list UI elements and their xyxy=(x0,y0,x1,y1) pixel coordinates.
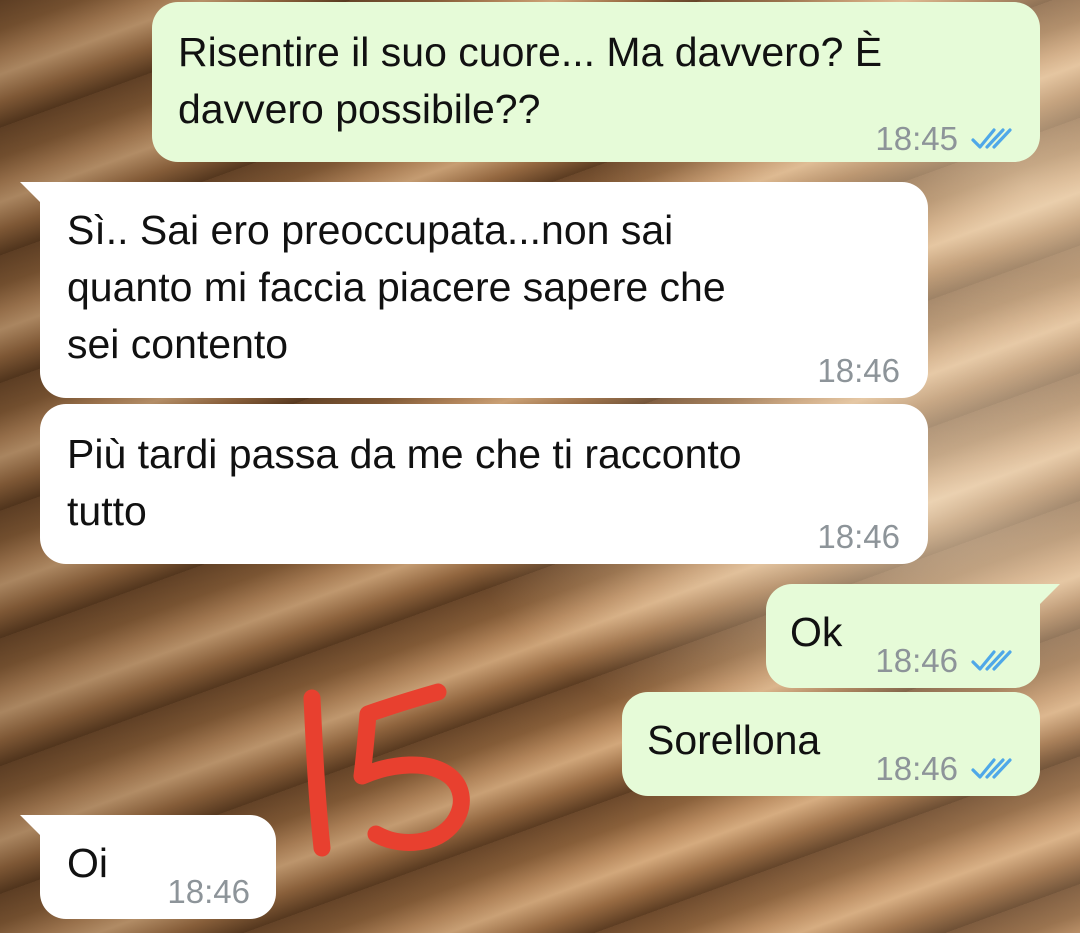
handwritten-15-annotation xyxy=(303,683,470,857)
message-text: Più tardi passa da me che ti racconto tu… xyxy=(67,431,742,534)
message-bubble-outgoing[interactable]: Ok 18:46 xyxy=(766,584,1040,688)
message-bubble-outgoing[interactable]: Risentire il suo cuore... Ma davvero? È … xyxy=(152,2,1040,162)
message-time: 18:46 xyxy=(167,873,250,910)
message-text: Sì.. Sai ero preoccupata...non sai quant… xyxy=(67,207,726,367)
bubble-tail xyxy=(20,182,42,204)
message-meta: 18:45 xyxy=(875,110,1014,167)
message-text: Oi xyxy=(67,840,108,886)
message-bubble-incoming[interactable]: Più tardi passa da me che ti racconto tu… xyxy=(40,404,928,564)
message-meta: 18:46 xyxy=(875,740,1014,797)
double-check-icon xyxy=(971,757,1012,779)
message-text: Ok xyxy=(790,609,843,655)
message-time: 18:46 xyxy=(875,642,958,679)
message-text: Sorellona xyxy=(647,717,821,763)
double-check-icon xyxy=(971,649,1012,671)
message-time: 18:46 xyxy=(817,518,900,555)
message-meta: 18:46 xyxy=(167,863,250,920)
message-bubble-outgoing[interactable]: Sorellona 18:46 xyxy=(622,692,1040,796)
message-meta: 18:46 xyxy=(817,342,900,399)
message-meta: 18:46 xyxy=(875,632,1014,689)
message-meta: 18:46 xyxy=(817,508,900,565)
bubble-tail xyxy=(20,815,42,837)
message-time: 18:45 xyxy=(875,120,958,157)
message-time: 18:46 xyxy=(875,750,958,787)
message-time: 18:46 xyxy=(817,352,900,389)
message-bubble-incoming[interactable]: Sì.. Sai ero preoccupata...non sai quant… xyxy=(40,182,928,398)
message-bubble-incoming[interactable]: Oi 18:46 xyxy=(40,815,276,919)
double-check-icon xyxy=(971,127,1012,149)
bubble-tail xyxy=(1038,584,1060,606)
